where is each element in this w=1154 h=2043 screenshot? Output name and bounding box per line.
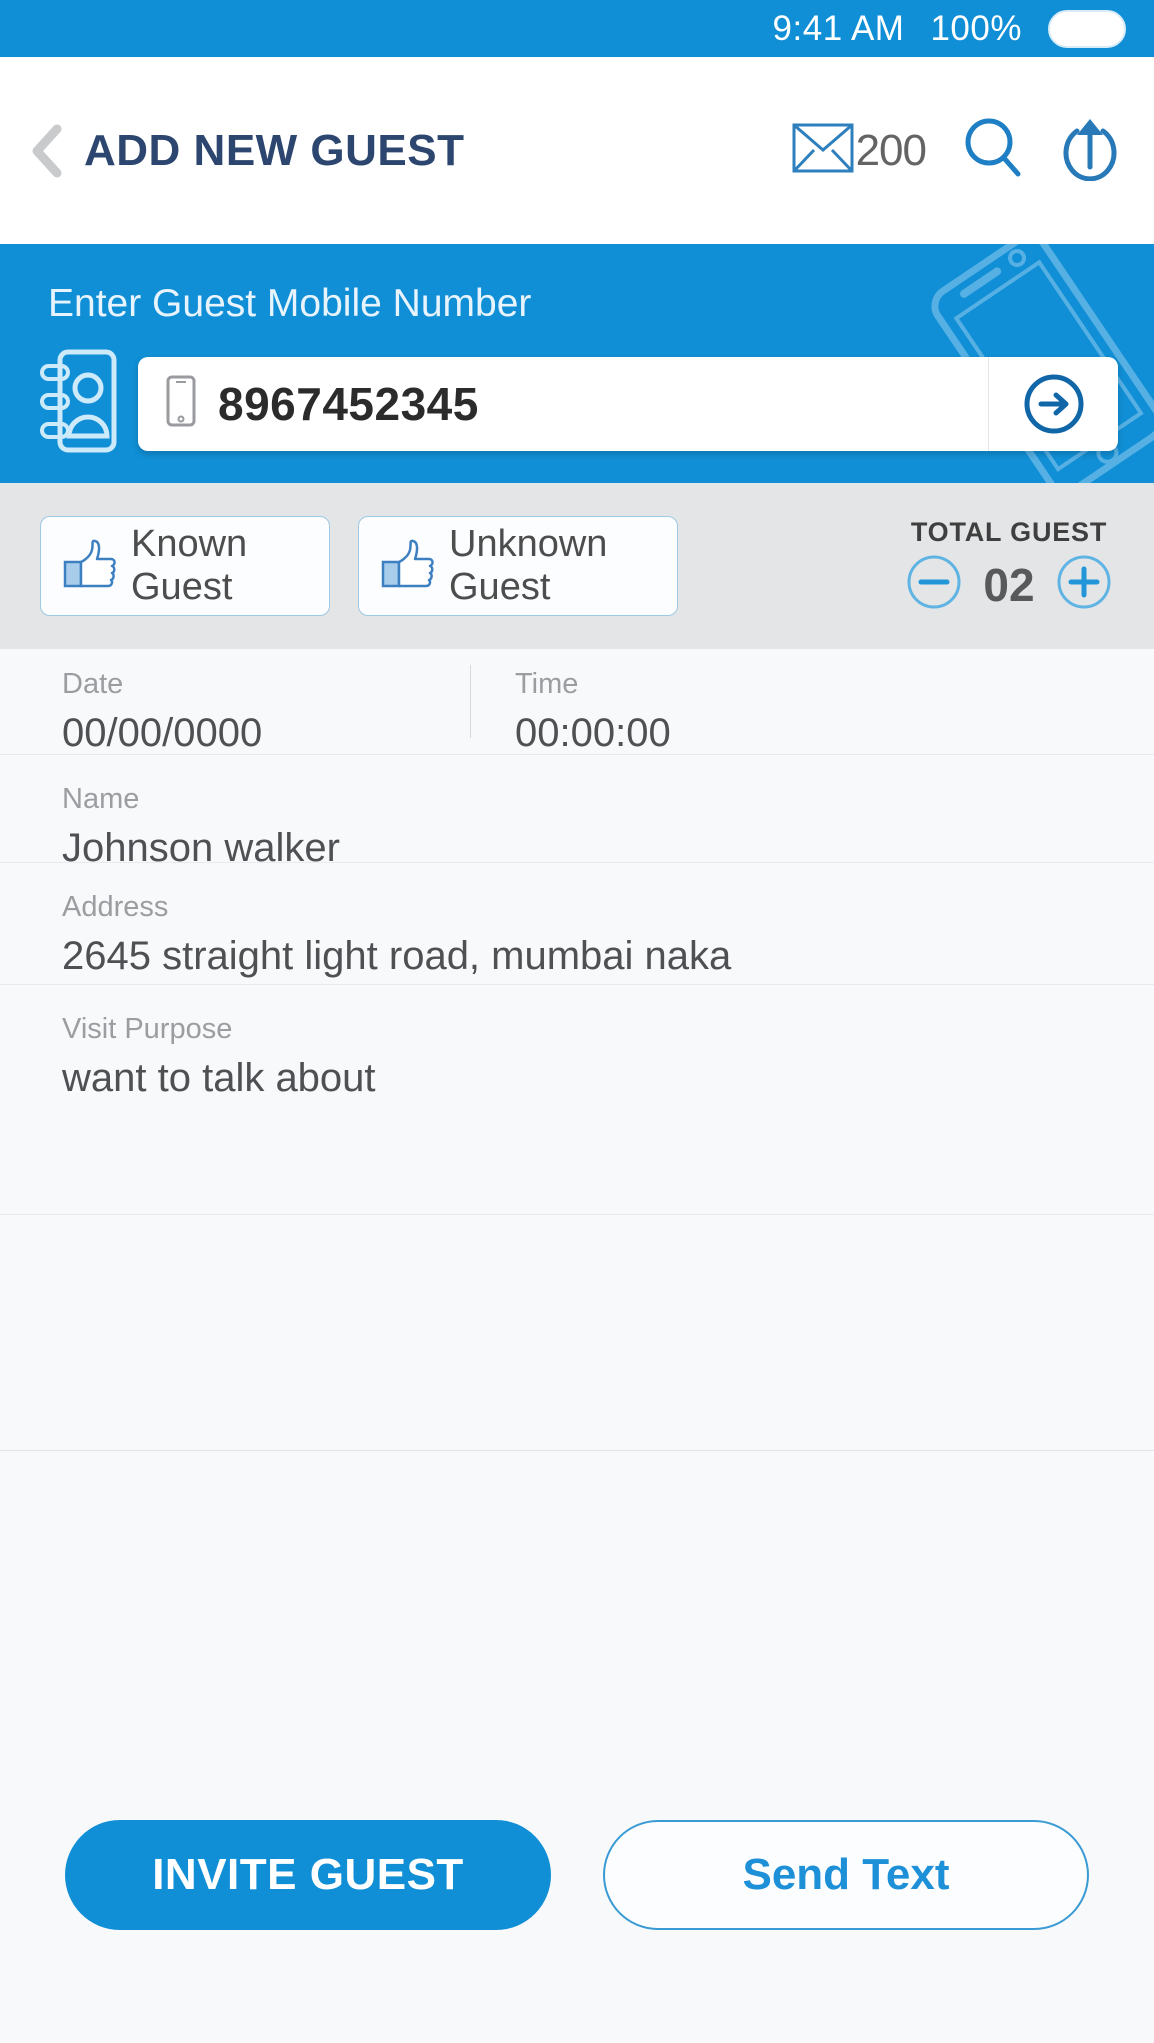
bottom-action-bar: INVITE GUEST Send Text [0,1753,1154,2043]
visit-purpose-field[interactable]: Visit Purpose want to talk about [0,985,1154,1215]
plus-circle-icon[interactable] [1056,554,1112,615]
date-value: 00/00/0000 [62,710,263,755]
address-field[interactable]: Address 2645 straight light road, mumbai… [0,863,1154,985]
mobile-panel-label: Enter Guest Mobile Number [48,282,532,325]
guest-type-row: Known Guest Unknown Guest TOTAL GUEST 02 [0,483,1154,649]
contact-book-icon[interactable] [36,348,118,459]
status-bar-battery-percent: 100% [930,8,1022,48]
time-label: Time [515,667,579,700]
mobile-input-shell[interactable] [138,356,1118,451]
thumbs-up-icon [381,538,435,595]
back-chevron-icon[interactable] [30,123,64,179]
visit-purpose-label: Visit Purpose [62,1013,233,1045]
mobile-number-panel: Enter Guest Mobile Number [0,244,1154,483]
unknown-guest-button[interactable]: Unknown Guest [358,516,678,616]
date-label: Date [62,667,124,700]
app-screen: 9:41 AM 100% ADD NEW GUEST 200 Enter Gue… [0,0,1154,2043]
mobile-number-input[interactable] [218,376,988,431]
name-label: Name [62,783,140,815]
mail-count-label: 200 [855,125,927,175]
known-guest-button[interactable]: Known Guest [40,516,330,616]
status-bar: 9:41 AM 100% [0,0,1154,57]
counter-controls: 02 [906,554,1112,615]
upload-share-icon[interactable] [1060,115,1120,186]
address-label: Address [62,891,169,923]
thumbs-up-icon [63,538,117,595]
time-field[interactable]: Time 00:00:00 [470,665,1154,755]
status-bar-time: 9:41 AM [772,8,905,48]
visit-purpose-value: want to talk about [62,1056,376,1100]
page-title: ADD NEW GUEST [84,125,465,175]
total-guest-counter: TOTAL GUEST 02 [906,517,1124,615]
unknown-guest-label: Unknown Guest [449,523,608,608]
date-time-row: Date 00/00/0000 Time 00:00:00 [0,649,1154,755]
page-header: ADD NEW GUEST 200 [0,57,1154,244]
form-bottom-spacer [0,1215,1154,1451]
mobile-input-row [36,348,1118,459]
time-value: 00:00:00 [515,710,671,755]
invite-guest-button[interactable]: INVITE GUEST [65,1820,551,1930]
date-field[interactable]: Date 00/00/0000 [0,649,470,755]
battery-full-icon [1048,9,1126,48]
mail-button[interactable]: 200 [792,123,927,178]
search-icon[interactable] [962,117,1024,184]
send-text-button[interactable]: Send Text [603,1820,1089,1930]
known-guest-label: Known Guest [131,523,248,608]
mobile-phone-icon [166,375,196,432]
guest-details-form: Date 00/00/0000 Time 00:00:00 Name Johns… [0,649,1154,1451]
minus-circle-icon[interactable] [906,554,962,615]
arrow-right-circle-icon[interactable] [988,356,1118,451]
envelope-icon [792,123,854,178]
address-value: 2645 straight light road, mumbai naka [62,934,732,978]
header-actions: 200 [792,115,1120,186]
total-guest-value: 02 [983,558,1035,611]
total-guest-title: TOTAL GUEST [910,517,1108,547]
name-field[interactable]: Name Johnson walker [0,755,1154,870]
